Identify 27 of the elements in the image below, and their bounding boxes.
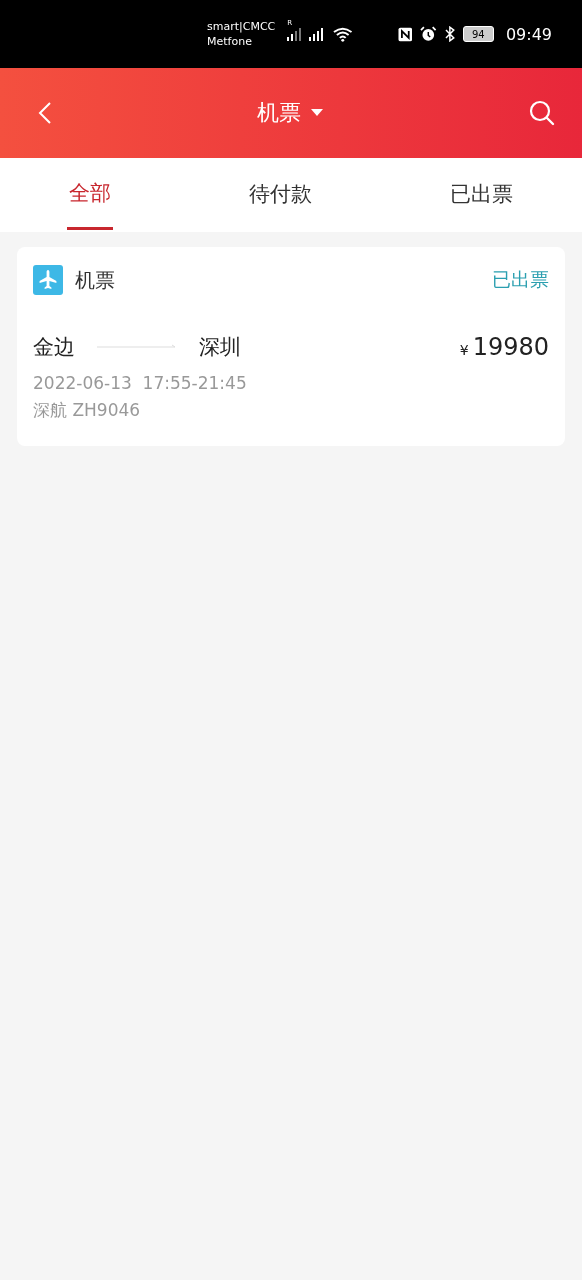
departure-city: 金边: [33, 334, 75, 361]
order-card[interactable]: 机票 已出票 金边 深圳 ¥ 19980 2022-06-13 17:55-21:45 深航 ZH9046: [17, 247, 565, 446]
carrier-name: smart|CMCC: [207, 19, 276, 34]
tab[interactable]: 已出票: [448, 158, 515, 232]
order-status: 已出票: [492, 267, 549, 292]
signal-icon: [287, 27, 302, 41]
arrival-city: 深圳: [199, 334, 241, 361]
wifi-icon: [332, 26, 353, 42]
clock-time: 09:49: [505, 24, 552, 44]
category-label: 机票: [75, 266, 115, 294]
flight-number: 深航 ZH9046: [33, 399, 142, 422]
nfc-icon: [397, 26, 413, 42]
price: ¥ 19980: [459, 333, 549, 361]
alarm-icon: [420, 26, 437, 42]
search-icon[interactable]: [528, 99, 556, 127]
tab[interactable]: 待付款: [247, 158, 314, 232]
airplane-icon: [33, 265, 63, 295]
flight-time: 2022-06-13 17:55-21:45: [33, 373, 248, 393]
tab[interactable]: 全部: [67, 158, 113, 230]
arrow-icon: [97, 344, 177, 350]
carrier-name: Metfone: [207, 34, 253, 49]
page-title[interactable]: 机票: [257, 98, 301, 128]
signal-icon: [309, 27, 325, 41]
caret-icon[interactable]: [311, 109, 323, 117]
battery-icon: 94: [462, 26, 494, 42]
back-icon[interactable]: [38, 101, 52, 125]
bluetooth-icon: [444, 26, 455, 42]
